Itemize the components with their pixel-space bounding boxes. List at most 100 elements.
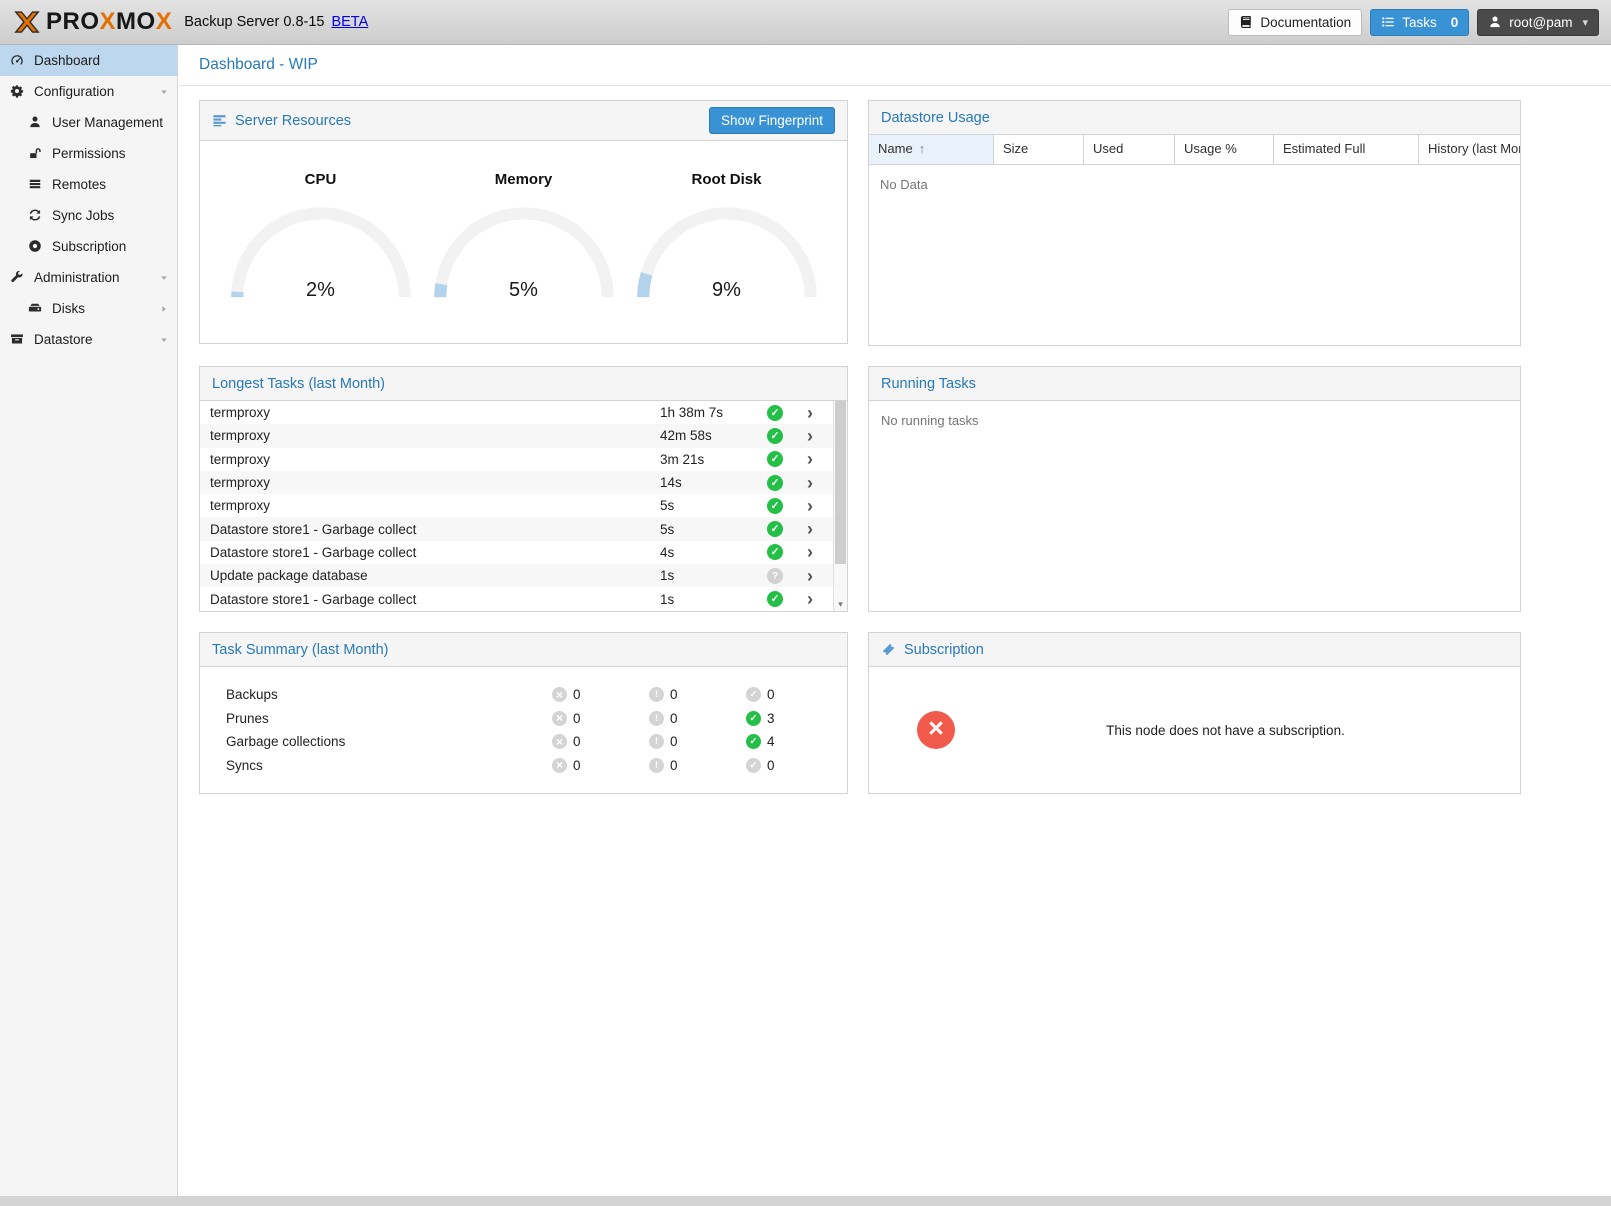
chevron-right-icon[interactable]	[807, 475, 813, 491]
documentation-button[interactable]: Documentation	[1228, 9, 1362, 36]
task-summary-header: Task Summary (last Month)	[200, 633, 847, 667]
chevron-down-icon	[159, 335, 169, 345]
show-fingerprint-button[interactable]: Show Fingerprint	[709, 107, 835, 134]
panel-title: Server Resources	[235, 113, 351, 129]
panel-title: Running Tasks	[881, 376, 976, 392]
longest-task-row[interactable]: termproxy 14s	[200, 471, 833, 494]
sidebar-item-permissions[interactable]: Permissions	[0, 138, 177, 169]
sidebar-item-administration[interactable]: Administration	[0, 262, 177, 293]
page-title-bar: Dashboard - WIP	[179, 45, 1611, 86]
subscription-header: Subscription	[869, 633, 1520, 667]
task-summary-row-garbage-collections: Garbage collections 0 0 4	[226, 730, 847, 754]
page-title: Dashboard - WIP	[199, 56, 318, 74]
chevron-right-icon[interactable]	[807, 498, 813, 514]
task-summary-row-syncs: Syncs 0 0 0	[226, 754, 847, 778]
gauge-value: 9%	[634, 279, 820, 302]
longest-task-row[interactable]: termproxy 42m 58s	[200, 424, 833, 447]
sidebar-item-user-management[interactable]: User Management	[0, 107, 177, 138]
longest-tasks-header: Longest Tasks (last Month)	[200, 367, 847, 401]
book-icon	[1239, 15, 1253, 29]
life-ring-icon	[28, 239, 45, 254]
longest-task-row[interactable]: termproxy 3m 21s	[200, 448, 833, 471]
chevron-right-icon[interactable]	[807, 568, 813, 584]
longest-task-row[interactable]: Datastore store1 - Garbage collect 4s	[200, 541, 833, 564]
beta-link[interactable]: BETA	[331, 14, 368, 30]
column-header-used[interactable]: Used	[1084, 135, 1175, 164]
error-circle-icon	[552, 758, 567, 773]
check-circle-icon	[746, 711, 761, 726]
gauge-memory: Memory 5%	[422, 171, 625, 343]
status-icon-ok	[767, 498, 783, 514]
subscription-message: This node does not have a subscription.	[955, 723, 1496, 738]
proxmox-wordmark: PROXMOX	[46, 8, 172, 36]
longest-task-row[interactable]: termproxy 5s	[200, 494, 833, 517]
proxmox-logo: PROXMOX	[12, 7, 172, 37]
scrollbar-down-arrow[interactable]	[834, 598, 847, 611]
status-icon-ok	[767, 451, 783, 467]
status-icon-ok	[767, 405, 783, 421]
user-icon	[28, 115, 45, 130]
chevron-right-icon[interactable]	[807, 591, 813, 607]
column-header-estimated-full[interactable]: Estimated Full	[1274, 135, 1419, 164]
longest-task-row[interactable]: termproxy 1h 38m 7s	[200, 401, 833, 424]
column-header-size[interactable]: Size	[994, 135, 1084, 164]
sidebar-item-datastore[interactable]: Datastore	[0, 324, 177, 355]
chevron-right-icon[interactable]	[807, 451, 813, 467]
column-header-history-last-month-[interactable]: History (last Month)	[1419, 135, 1520, 164]
sidebar-item-subscription[interactable]: Subscription	[0, 231, 177, 262]
hdd-icon	[28, 301, 45, 316]
chevron-right-icon[interactable]	[807, 521, 813, 537]
running-tasks-header: Running Tasks	[869, 367, 1520, 401]
datastore-usage-empty: No Data	[869, 165, 1520, 345]
chevron-right-icon[interactable]	[807, 428, 813, 444]
proxmox-x-icon	[12, 7, 42, 37]
task-summary-panel: Task Summary (last Month) Backups 0 0 0 …	[199, 632, 848, 794]
server-resources-header: Server Resources Show Fingerprint	[200, 101, 847, 141]
check-circle-icon	[746, 758, 761, 773]
subscription-panel: Subscription This node does not have a s…	[868, 632, 1521, 794]
longest-task-row[interactable]: Update package database 1s	[200, 564, 833, 587]
gauge-arc: 2%	[228, 204, 414, 302]
horizontal-scrollbar-track[interactable]	[0, 1196, 1611, 1206]
panel-title: Subscription	[904, 642, 984, 658]
error-circle-icon	[552, 687, 567, 702]
top-header-bar: PROXMOX Backup Server 0.8-15 BETA Docume…	[0, 0, 1611, 45]
sort-up-icon: ↑	[919, 141, 926, 156]
product-subtitle: Backup Server 0.8-15	[184, 14, 324, 30]
column-header-usage-[interactable]: Usage %	[1175, 135, 1274, 164]
user-menu-button[interactable]: root@pam	[1477, 9, 1599, 36]
gauge-arc: 9%	[634, 204, 820, 302]
datastore-usage-header: Datastore Usage	[869, 101, 1520, 135]
warning-circle-icon	[649, 687, 664, 702]
chevron-right-icon	[159, 304, 169, 314]
panel-title: Datastore Usage	[881, 110, 990, 126]
sidebar-item-configuration[interactable]: Configuration	[0, 76, 177, 107]
running-tasks-empty: No running tasks	[869, 401, 1520, 611]
no-subscription-icon	[917, 711, 955, 749]
longest-tasks-panel: Longest Tasks (last Month) termproxy 1h …	[199, 366, 848, 612]
longest-task-row[interactable]: Datastore store1 - Garbage collect 5s	[200, 517, 833, 540]
sidebar-item-dashboard[interactable]: Dashboard	[0, 45, 177, 76]
warning-circle-icon	[649, 711, 664, 726]
list-icon	[1381, 15, 1395, 29]
check-circle-icon	[746, 687, 761, 702]
chevron-right-icon[interactable]	[807, 544, 813, 560]
caret-down-icon	[1582, 16, 1588, 29]
chevron-down-icon	[159, 273, 169, 283]
user-icon	[1488, 15, 1502, 29]
status-icon-ok	[767, 591, 783, 607]
column-header-name[interactable]: Name↑	[869, 135, 994, 164]
chevron-right-icon[interactable]	[807, 405, 813, 421]
status-icon-ok	[767, 475, 783, 491]
longest-task-row[interactable]: Datastore store1 - Garbage collect 1s	[200, 587, 833, 610]
tachometer-icon	[10, 53, 27, 68]
vertical-scrollbar[interactable]	[833, 401, 847, 611]
sidebar-item-remotes[interactable]: Remotes	[0, 169, 177, 200]
sidebar-item-disks[interactable]: Disks	[0, 293, 177, 324]
sync-icon	[28, 208, 45, 223]
tasks-button[interactable]: Tasks 0	[1370, 9, 1469, 36]
scrollbar-thumb[interactable]	[835, 401, 846, 564]
error-circle-icon	[552, 711, 567, 726]
gauge-arc: 5%	[431, 204, 617, 302]
sidebar-item-sync-jobs[interactable]: Sync Jobs	[0, 200, 177, 231]
